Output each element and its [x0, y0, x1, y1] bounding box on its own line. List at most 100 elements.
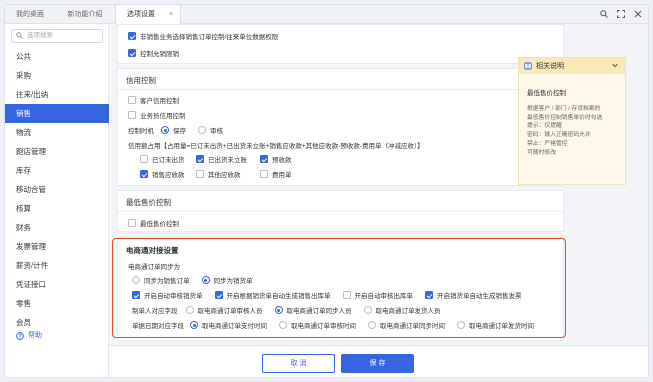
checkbox[interactable]: [128, 96, 136, 104]
checkbox[interactable]: [128, 111, 136, 119]
option-customer-credit[interactable]: 客户信用控制: [128, 95, 179, 105]
sidebar-item-store-visit[interactable]: 跑店管理: [5, 142, 109, 161]
checkbox[interactable]: [128, 32, 136, 40]
sidebar-item-accounting[interactable]: 核算: [5, 199, 109, 218]
help-panel-title: 最低售价控制: [527, 90, 566, 97]
help-panel-body: 根据客户 / 部门 / 存货档案的 最低售价控制销售单价时勾选 提示：仅提醒 密…: [527, 105, 623, 157]
sidebar-item-label: 会员: [16, 318, 31, 327]
radio-audit[interactable]: 审核: [198, 125, 223, 135]
divider: [118, 211, 563, 212]
tab-new-features[interactable]: 新功能介绍: [55, 5, 115, 24]
sidebar-item-mobile-warehouse[interactable]: 移动合管: [5, 180, 109, 199]
option-other-receivable[interactable]: 其他应收款: [196, 169, 248, 179]
chevron-down-icon[interactable]: [611, 61, 619, 69]
tab-label: 选项设置: [127, 11, 155, 18]
save-button[interactable]: 保 存: [341, 354, 414, 373]
checkbox[interactable]: [128, 49, 136, 57]
option-ordered-not-shipped[interactable]: 已订未出货: [140, 154, 185, 164]
sidebar-item-label: 发票管理: [16, 242, 46, 251]
option-shipped-not-posted[interactable]: 已出货未立账: [196, 154, 248, 164]
book-icon: [524, 62, 532, 70]
sidebar-item-voucher[interactable]: 凭证接口: [5, 275, 109, 294]
radio[interactable]: [161, 126, 169, 134]
search-icon: [16, 32, 23, 39]
sidebar-item-label: 物流: [16, 128, 31, 137]
tab-bar: 我的桌面 新功能介绍 选项设置 ×: [5, 5, 648, 24]
tab-my-desktop[interactable]: 我的桌面: [5, 5, 55, 24]
option-label: 已订未出货: [152, 157, 185, 164]
help-label: 帮助: [28, 332, 42, 339]
tab-label: 新功能介绍: [67, 11, 103, 18]
option-label: 费用单: [272, 172, 292, 179]
checkbox[interactable]: [196, 170, 204, 178]
help-panel-header-label: 相关说明: [536, 63, 564, 70]
section-title: 最低售价控制: [126, 198, 171, 207]
sidebar-item-retail[interactable]: 零售: [5, 294, 109, 313]
restore-window-icon[interactable]: [617, 9, 625, 20]
option-label: 预收款: [272, 157, 292, 164]
option-advance-receipt[interactable]: 预收款: [260, 154, 292, 164]
tab-option-settings[interactable]: 选项设置 ×: [115, 5, 181, 24]
option-label: 其他应收款: [208, 172, 241, 179]
radio[interactable]: [198, 126, 206, 134]
formula-text: 信用额占用【占用量=已订未出货+已出货未立账+销售应收款+其他应收款-预收款-费…: [128, 143, 424, 150]
option-label: 控制允销限销: [140, 51, 179, 58]
help-line: 最低售价控制销售单价时勾选: [527, 114, 603, 121]
credit-control-card: 信用控制 客户信用控制 业务员信用控制 控制时机 保存 审核 信用额占用【占用量…: [117, 68, 564, 186]
radio-label: 审核: [210, 128, 223, 135]
help-line: 可随时修改: [527, 149, 556, 156]
close-window-icon[interactable]: [634, 10, 642, 20]
sidebar-item-public[interactable]: 公共: [5, 47, 109, 66]
highlight-box: [112, 238, 566, 338]
credit-formula: 信用额占用【占用量=已订未出货+已出货未立账+销售应收款+其他应收款-预收款-费…: [128, 140, 424, 150]
sidebar-item-label: 销售: [16, 109, 31, 118]
close-icon[interactable]: ×: [169, 5, 173, 24]
help-link[interactable]: 帮助: [16, 329, 42, 343]
sidebar-item-inventory[interactable]: 库存: [5, 161, 109, 180]
checkbox[interactable]: [260, 170, 268, 178]
option-sales-receivable[interactable]: 销售应收款: [140, 169, 185, 179]
sidebar-item-invoice[interactable]: 发票管理: [5, 237, 109, 256]
search-icon[interactable]: [600, 9, 608, 20]
help-line: 根据客户 / 部门 / 存货档案的: [527, 106, 601, 112]
sidebar-item-sales[interactable]: 销售: [5, 104, 109, 123]
checkbox[interactable]: [128, 219, 136, 227]
sidebar-item-logistics[interactable]: 物流: [5, 123, 109, 142]
checkbox[interactable]: [196, 155, 204, 163]
option-non-sales-order-control[interactable]: 非销售业务选择销售订单控制/往来单位数据权限: [128, 31, 278, 41]
radio-label: 保存: [173, 128, 186, 135]
checkbox[interactable]: [260, 155, 268, 163]
sidebar-search-input[interactable]: 选项搜索: [11, 29, 103, 43]
radio-save[interactable]: 保存: [161, 125, 186, 135]
option-expense-bill[interactable]: 费用单: [260, 169, 292, 179]
sidebar-item-purchase[interactable]: 采购: [5, 66, 109, 85]
sidebar-item-label: 公共: [16, 52, 31, 61]
sidebar-item-label: 移动合管: [16, 185, 46, 194]
section-title: 信用控制: [126, 76, 156, 85]
field-label: 控制时机: [128, 128, 154, 135]
option-label: 非销售业务选择销售订单控制/往来单位数据权限: [140, 34, 279, 41]
top-options-card: 非销售业务选择销售订单控制/往来单位数据权限 控制允销限销: [117, 24, 564, 64]
option-label: 已出货未立账: [208, 157, 247, 164]
sidebar-item-label: 跑店管理: [16, 147, 46, 156]
sidebar-item-label: 凭证接口: [16, 280, 46, 289]
option-min-price-control[interactable]: 最低售价控制: [128, 218, 179, 228]
sidebar-item-label: 往来/出纳: [16, 90, 49, 99]
cancel-button[interactable]: 取 消: [262, 354, 335, 373]
option-salesman-credit[interactable]: 业务员信用控制: [128, 110, 186, 120]
checkbox[interactable]: [140, 155, 148, 163]
option-label: 业务员信用控制: [140, 113, 186, 120]
sidebar-item-label: 零售: [16, 299, 31, 308]
option-allow-limit-sales[interactable]: 控制允销限销: [128, 48, 179, 58]
sidebar-item-cashier[interactable]: 往来/出纳: [5, 85, 109, 104]
search-placeholder: 选项搜索: [27, 32, 53, 39]
sidebar-item-finance[interactable]: 财务: [5, 218, 109, 237]
tab-label: 我的桌面: [16, 11, 44, 18]
help-line: 禁止：严格管控: [527, 140, 568, 147]
control-timing-row: 控制时机 保存 审核: [128, 125, 231, 135]
checkbox[interactable]: [140, 170, 148, 178]
sidebar: 选项搜索 公共 采购 往来/出纳 销售 物流 跑店管理 库存 移动合管 核算 财…: [5, 24, 109, 377]
sidebar-item-payroll[interactable]: 薪资/计件: [5, 256, 109, 275]
help-panel-header[interactable]: 相关说明: [519, 58, 625, 74]
sidebar-item-label: 财务: [16, 223, 31, 232]
